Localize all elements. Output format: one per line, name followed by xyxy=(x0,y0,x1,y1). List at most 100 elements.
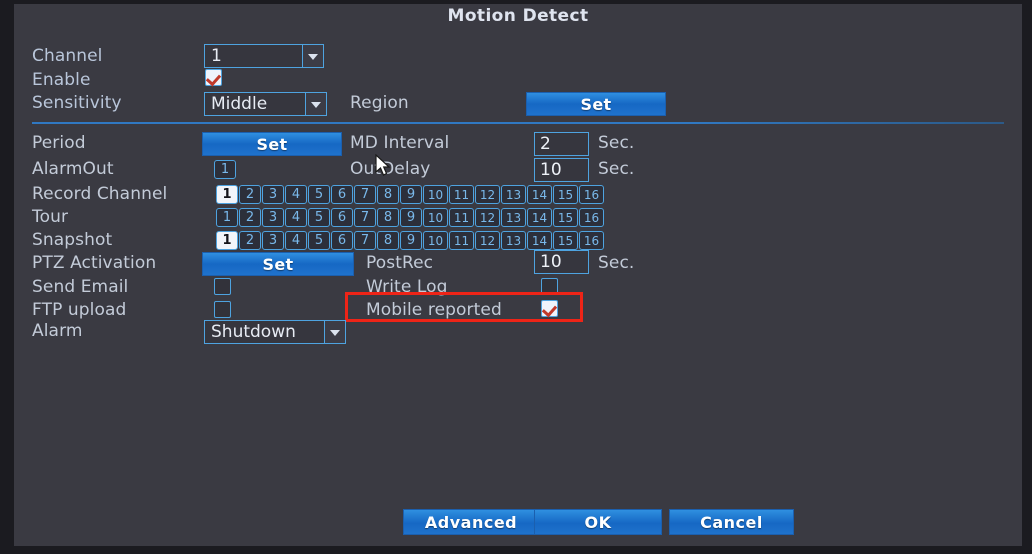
record-channel-chip-4[interactable]: 4 xyxy=(285,185,307,204)
region-set-button[interactable]: Set xyxy=(526,92,666,116)
channel-label: Channel xyxy=(32,46,103,66)
send-email-label: Send Email xyxy=(32,277,128,297)
record-channel-chip-5[interactable]: 5 xyxy=(308,185,330,204)
md-interval-label: MD Interval xyxy=(350,133,449,153)
snapshot-chip-7[interactable]: 7 xyxy=(354,231,376,250)
record-channel-chip-1[interactable]: 1 xyxy=(216,185,238,204)
snapshot-chip-6[interactable]: 6 xyxy=(331,231,353,250)
alarm-label: Alarm xyxy=(32,321,83,341)
tour-chip-14[interactable]: 14 xyxy=(527,208,552,227)
mobile-reported-label: Mobile reported xyxy=(366,300,502,320)
record-channel-chip-3[interactable]: 3 xyxy=(262,185,284,204)
alarm-out-channel-1[interactable]: 1 xyxy=(214,160,236,179)
record-channel-chip-2[interactable]: 2 xyxy=(239,185,261,204)
snapshot-chip-4[interactable]: 4 xyxy=(285,231,307,250)
post-rec-label: PostRec xyxy=(366,253,433,273)
tour-chips[interactable]: 12345678910111213141516 xyxy=(216,208,605,227)
period-label: Period xyxy=(32,133,86,153)
post-rec-input[interactable]: 10 xyxy=(534,250,589,274)
tour-label: Tour xyxy=(32,207,68,227)
record-channel-chips[interactable]: 12345678910111213141516 xyxy=(216,185,605,204)
mouse-cursor-icon xyxy=(375,154,393,178)
write-log-label: Write Log xyxy=(366,277,448,297)
ptz-activation-set-button[interactable]: Set xyxy=(202,252,354,276)
snapshot-chip-9[interactable]: 9 xyxy=(400,231,422,250)
tour-chip-1[interactable]: 1 xyxy=(216,208,238,227)
enable-checkbox[interactable] xyxy=(205,69,222,86)
record-channel-chip-16[interactable]: 16 xyxy=(579,185,604,204)
snapshot-chip-8[interactable]: 8 xyxy=(377,231,399,250)
snapshot-chip-15[interactable]: 15 xyxy=(553,231,578,250)
tour-chip-12[interactable]: 12 xyxy=(475,208,500,227)
ftp-upload-checkbox[interactable] xyxy=(214,301,231,318)
tour-chip-8[interactable]: 8 xyxy=(377,208,399,227)
chevron-down-icon xyxy=(305,93,326,115)
ftp-upload-label: FTP upload xyxy=(32,300,126,320)
sensitivity-select-value: Middle xyxy=(205,94,305,114)
snapshot-chip-13[interactable]: 13 xyxy=(501,231,526,250)
enable-label: Enable xyxy=(32,70,91,90)
record-channel-chip-11[interactable]: 11 xyxy=(449,185,474,204)
tour-chip-7[interactable]: 7 xyxy=(354,208,376,227)
out-delay-input[interactable]: 10 xyxy=(534,158,589,182)
snapshot-chip-11[interactable]: 11 xyxy=(449,231,474,250)
channel-select[interactable]: 1 xyxy=(204,44,324,68)
alarm-select[interactable]: Shutdown xyxy=(204,320,346,344)
region-label: Region xyxy=(350,93,409,113)
snapshot-chip-5[interactable]: 5 xyxy=(308,231,330,250)
tour-chip-9[interactable]: 9 xyxy=(400,208,422,227)
cancel-button[interactable]: Cancel xyxy=(669,509,794,535)
sensitivity-label: Sensitivity xyxy=(32,93,122,113)
tour-chip-6[interactable]: 6 xyxy=(331,208,353,227)
snapshot-label: Snapshot xyxy=(32,230,112,250)
md-interval-input[interactable]: 2 xyxy=(534,132,589,156)
section-divider xyxy=(32,122,1004,124)
page-title: Motion Detect xyxy=(14,6,1022,26)
chevron-down-icon xyxy=(302,45,323,67)
channel-select-value: 1 xyxy=(205,46,302,66)
dvr-screen: Motion Detect Channel 1 Enable Sensitivi… xyxy=(0,0,1032,554)
mobile-reported-checkbox[interactable] xyxy=(541,300,558,317)
motion-detect-dialog: Motion Detect Channel 1 Enable Sensitivi… xyxy=(14,4,1022,546)
period-set-button[interactable]: Set xyxy=(202,132,342,156)
tour-chip-11[interactable]: 11 xyxy=(449,208,474,227)
sensitivity-select[interactable]: Middle xyxy=(204,92,327,116)
snapshot-chips[interactable]: 12345678910111213141516 xyxy=(216,231,605,250)
chevron-down-icon xyxy=(324,321,345,343)
snapshot-chip-16[interactable]: 16 xyxy=(579,231,604,250)
alarm-out-label: AlarmOut xyxy=(32,159,114,179)
advanced-button[interactable]: Advanced xyxy=(403,509,539,535)
tour-chip-5[interactable]: 5 xyxy=(308,208,330,227)
record-channel-chip-13[interactable]: 13 xyxy=(501,185,526,204)
record-channel-chip-7[interactable]: 7 xyxy=(354,185,376,204)
post-rec-unit: Sec. xyxy=(598,253,634,273)
tour-chip-4[interactable]: 4 xyxy=(285,208,307,227)
record-channel-chip-15[interactable]: 15 xyxy=(553,185,578,204)
record-channel-chip-9[interactable]: 9 xyxy=(400,185,422,204)
record-channel-chip-12[interactable]: 12 xyxy=(475,185,500,204)
record-channel-label: Record Channel xyxy=(32,184,167,204)
snapshot-chip-14[interactable]: 14 xyxy=(527,231,552,250)
tour-chip-10[interactable]: 10 xyxy=(423,208,448,227)
snapshot-chip-2[interactable]: 2 xyxy=(239,231,261,250)
record-channel-chip-6[interactable]: 6 xyxy=(331,185,353,204)
snapshot-chip-12[interactable]: 12 xyxy=(475,231,500,250)
md-interval-unit: Sec. xyxy=(598,133,634,153)
snapshot-chip-1[interactable]: 1 xyxy=(216,231,238,250)
record-channel-chip-10[interactable]: 10 xyxy=(423,185,448,204)
snapshot-chip-10[interactable]: 10 xyxy=(423,231,448,250)
ok-button[interactable]: OK xyxy=(534,509,662,535)
tour-chip-16[interactable]: 16 xyxy=(579,208,604,227)
tour-chip-3[interactable]: 3 xyxy=(262,208,284,227)
tour-chip-13[interactable]: 13 xyxy=(501,208,526,227)
snapshot-chip-3[interactable]: 3 xyxy=(262,231,284,250)
ptz-activation-label: PTZ Activation xyxy=(32,253,156,273)
tour-chip-15[interactable]: 15 xyxy=(553,208,578,227)
out-delay-unit: Sec. xyxy=(598,159,634,179)
record-channel-chip-8[interactable]: 8 xyxy=(377,185,399,204)
alarm-select-value: Shutdown xyxy=(205,322,324,342)
tour-chip-2[interactable]: 2 xyxy=(239,208,261,227)
write-log-checkbox[interactable] xyxy=(541,278,558,295)
send-email-checkbox[interactable] xyxy=(214,278,231,295)
record-channel-chip-14[interactable]: 14 xyxy=(527,185,552,204)
